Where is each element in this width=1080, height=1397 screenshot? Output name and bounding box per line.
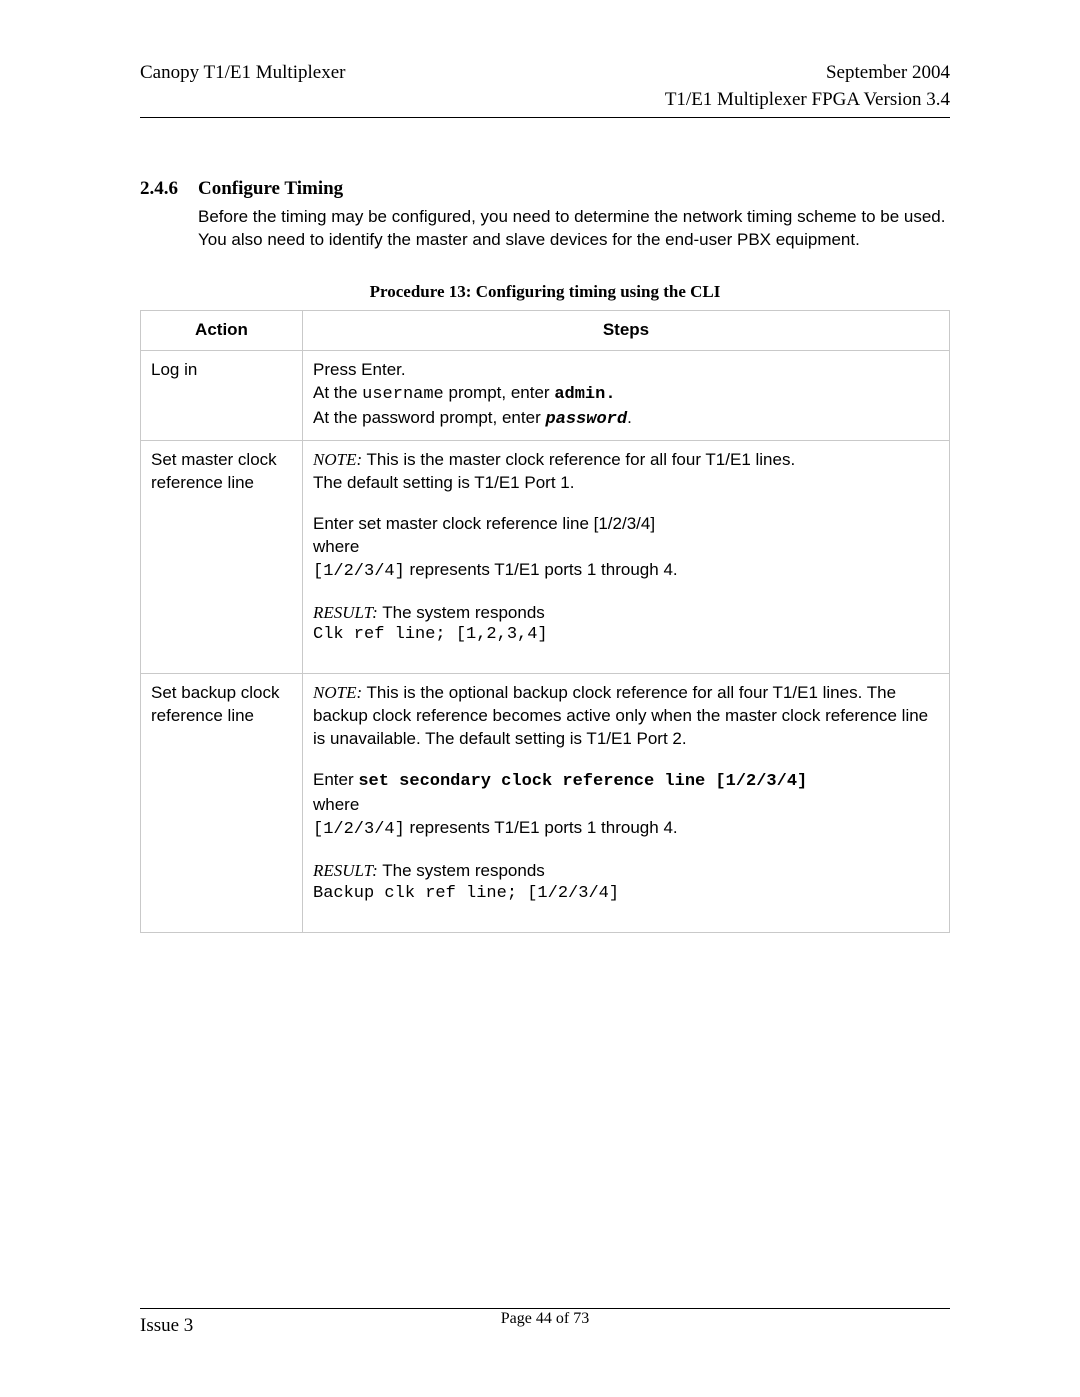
spacer (313, 584, 939, 602)
code-output: Clk ref line; [1,2,3,4] (313, 624, 939, 647)
step-line: Press Enter. (313, 359, 939, 382)
header-right: September 2004 T1/E1 Multiplexer FPGA Ve… (665, 60, 950, 113)
spacer (313, 647, 939, 665)
procedure-table: Action Steps Log in Press Enter. At the … (140, 310, 950, 933)
section-number: 2.4.6 (140, 178, 198, 200)
section-heading: 2.4.6 Configure Timing (140, 178, 950, 200)
result-label: RESULT: (313, 603, 378, 622)
step-line: At the username prompt, enter admin. (313, 382, 939, 407)
page-footer: Issue 3 x Page 44 of 73 (140, 1304, 950, 1337)
cell-action: Set backup clock reference line (141, 674, 303, 933)
section: 2.4.6 Configure Timing Before the timing… (140, 178, 950, 252)
header-rule (140, 117, 950, 118)
step-line: [1/2/3/4] represents T1/E1 ports 1 throu… (313, 817, 939, 842)
procedure-title: Procedure 13: Configuring timing using t… (140, 282, 950, 302)
code-bold: set secondary clock reference line [1/2/… (358, 772, 807, 791)
header-version: T1/E1 Multiplexer FPGA Version 3.4 (665, 87, 950, 114)
step-line: where (313, 536, 939, 559)
section-title: Configure Timing (198, 178, 343, 200)
step-line: RESULT: The system responds (313, 860, 939, 883)
step-line: Enter set secondary clock reference line… (313, 769, 939, 794)
code-text: username (362, 385, 444, 404)
table-row: Set backup clock reference line NOTE: Th… (141, 674, 950, 933)
cell-action: Set master clock reference line (141, 440, 303, 674)
col-head-steps: Steps (303, 311, 950, 351)
section-body-text: Before the timing may be configured, you… (198, 206, 950, 252)
code-bold: admin. (554, 385, 615, 404)
table-row: Set master clock reference line NOTE: Th… (141, 440, 950, 674)
cell-steps: NOTE: This is the master clock reference… (303, 440, 950, 674)
result-label: RESULT: (313, 861, 378, 880)
step-line: RESULT: The system responds (313, 602, 939, 625)
page-header: Canopy T1/E1 Multiplexer September 2004 … (140, 60, 950, 113)
note-label: NOTE: (313, 683, 362, 702)
spacer (313, 906, 939, 924)
step-line: [1/2/3/4] represents T1/E1 ports 1 throu… (313, 559, 939, 584)
table-header-row: Action Steps (141, 311, 950, 351)
step-line: Enter set master clock reference line [1… (313, 513, 939, 536)
cell-steps: NOTE: This is the optional backup clock … (303, 674, 950, 933)
spacer (313, 842, 939, 860)
step-line: NOTE: This is the optional backup clock … (313, 682, 939, 751)
spacer (313, 751, 939, 769)
code-text: [1/2/3/4] (313, 562, 405, 581)
step-line: NOTE: This is the master clock reference… (313, 449, 939, 472)
cell-steps: Press Enter. At the username prompt, ent… (303, 351, 950, 441)
note-label: NOTE: (313, 450, 362, 469)
step-line: At the password prompt, enter password. (313, 407, 939, 432)
code-text: [1/2/3/4] (313, 820, 405, 839)
code-output: Backup clk ref line; [1/2/3/4] (313, 883, 939, 906)
step-line: The default setting is T1/E1 Port 1. (313, 472, 939, 495)
code-bold-italic: password (545, 410, 627, 429)
header-date: September 2004 (665, 60, 950, 87)
cell-action: Log in (141, 351, 303, 441)
table-row: Log in Press Enter. At the username prom… (141, 351, 950, 441)
step-line: where (313, 794, 939, 817)
header-left: Canopy T1/E1 Multiplexer (140, 60, 345, 113)
spacer (313, 495, 939, 513)
col-head-action: Action (141, 311, 303, 351)
footer-center: Page 44 of 73 (140, 1310, 950, 1328)
page-number: 44 (536, 1310, 552, 1327)
